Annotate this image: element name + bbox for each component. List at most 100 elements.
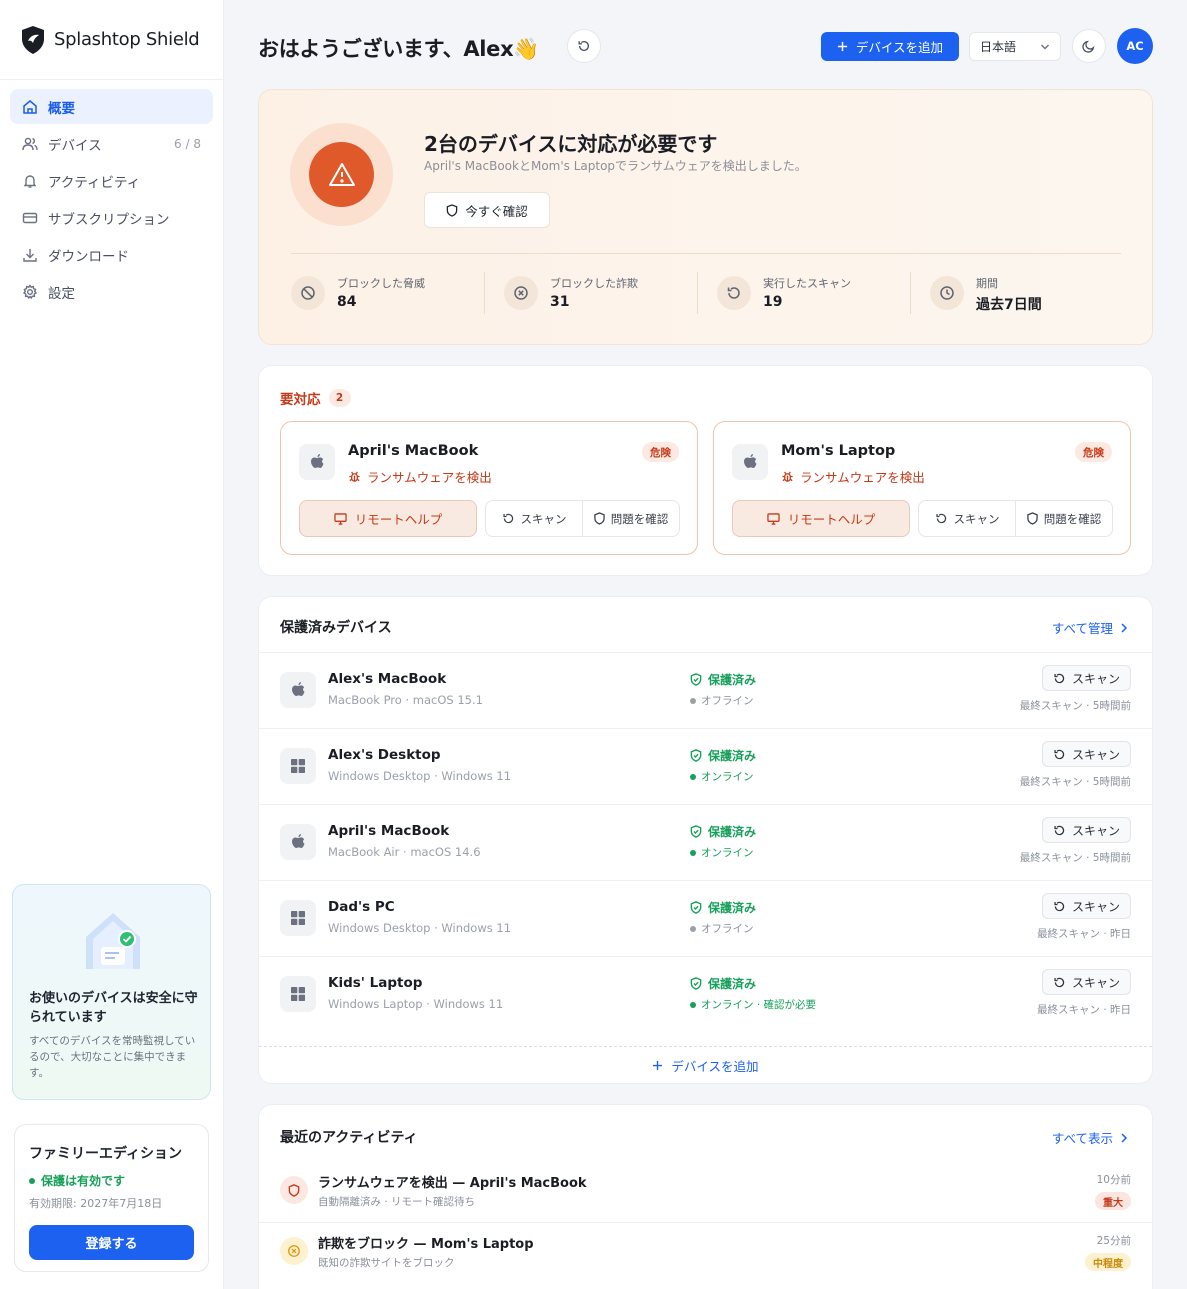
language-select[interactable]: 日本語 <box>969 32 1061 61</box>
status-dot <box>29 1177 35 1184</box>
scan-button[interactable]: スキャン <box>1042 969 1131 995</box>
scan-button[interactable]: スキャン <box>1042 893 1131 919</box>
attention-device-card[interactable]: Mom's Laptop ランサムウェアを検出 危険 リモートヘルプ スキャン … <box>713 421 1131 555</box>
status-dot <box>690 925 696 932</box>
connection-status: オンライン <box>690 769 754 784</box>
credit-card-icon <box>22 210 38 226</box>
protection-status: 保護済み <box>690 671 756 688</box>
warning-icon <box>309 142 374 207</box>
shield-icon <box>1027 512 1038 525</box>
device-row[interactable]: Dad's PC Windows Desktop · Windows 11 保護済み… <box>259 880 1152 956</box>
stat-period: 期間 過去7日間 <box>930 272 1130 314</box>
review-issue-button[interactable]: 問題を確認 <box>582 501 679 536</box>
apple-icon <box>732 444 768 480</box>
protected-devices-section: 保護済みデバイス すべて管理 Alex's MacBook MacBook Pro… <box>258 596 1153 1084</box>
scan-button[interactable]: スキャン <box>486 501 582 536</box>
register-button[interactable]: 登録する <box>29 1225 194 1260</box>
connection-text: オフライン <box>701 695 754 707</box>
scan-button[interactable]: スキャン <box>1042 817 1131 843</box>
sidebar-item-settings[interactable]: 設定 <box>10 274 213 309</box>
manage-all-link[interactable]: すべて管理 <box>1052 618 1128 637</box>
danger-badge: 危険 <box>1075 442 1112 462</box>
sidebar-item-label: サブスクリプション <box>48 211 170 228</box>
shield-check-icon <box>690 901 702 914</box>
safe-status-description: すべてのデバイスを常時監視しているので、大切なことに集中できます。 <box>29 1035 196 1079</box>
monitor-icon <box>334 512 347 525</box>
activity-item[interactable]: 詐欺をブロック — Mom's Laptop 既知の詐欺サイトをブロック 25分… <box>259 1222 1152 1282</box>
scan-label: スキャン <box>1071 671 1120 686</box>
safe-status-card: お使いのデバイスは安全に守られています すべてのデバイスを常時監視しているので、… <box>12 884 211 1100</box>
avatar[interactable]: AC <box>1117 28 1153 64</box>
plan-title: ファミリーエディション <box>29 1146 183 1162</box>
sidebar-item-devices[interactable]: デバイス 6 / 8 <box>10 126 213 161</box>
activity-item[interactable]: ランサムウェアを検出 — April's MacBook 自動隔離済み · リモ… <box>259 1162 1152 1222</box>
sidebar-item-overview[interactable]: 概要 <box>10 89 213 124</box>
device-name: April's MacBook <box>328 823 450 839</box>
protection-status-text: 保護済み <box>708 749 757 763</box>
device-row[interactable]: Alex's Desktop Windows Desktop · Windows … <box>259 728 1152 804</box>
refresh-icon <box>577 39 591 53</box>
rotate-icon <box>502 512 515 525</box>
device-row[interactable]: Kids' Laptop Windows Laptop · Windows 11 保… <box>259 956 1152 1032</box>
plan-status: 保護は有効です <box>29 1172 194 1189</box>
threat-text: ランサムウェアを検出 <box>367 470 492 485</box>
add-device-row-button[interactable]: デバイスを追加 <box>259 1046 1152 1084</box>
refresh-button[interactable] <box>567 29 601 63</box>
house-shield-illustration-icon <box>83 909 143 973</box>
device-row[interactable]: April's MacBook MacBook Air · macOS 14.6 保… <box>259 804 1152 880</box>
stat-label: ブロックした脅威 <box>337 277 425 290</box>
device-model: Windows Desktop · Windows 11 <box>328 769 512 783</box>
alert-divider <box>291 253 1121 254</box>
scan-button[interactable]: スキャン <box>919 501 1015 536</box>
add-device-button[interactable]: デバイスを追加 <box>821 32 959 61</box>
activity-time: 10分前 <box>1096 1174 1131 1186</box>
windows-icon <box>280 900 316 936</box>
bell-icon <box>22 173 38 189</box>
recent-activity-section: 最近のアクティビティ すべて表示 ランサムウェアを検出 — April's Ma… <box>258 1104 1153 1289</box>
stat-label: 実行したスキャン <box>763 277 851 290</box>
sidebar-item-download[interactable]: ダウンロード <box>10 237 213 272</box>
device-model: MacBook Pro · macOS 15.1 <box>328 693 483 707</box>
scan-button[interactable]: スキャン <box>1042 665 1131 691</box>
stat-value: 31 <box>550 294 570 310</box>
device-name: Alex's Desktop <box>328 747 441 763</box>
sidebar: Splashtop Shield 概要 デバイス 6 / 8 アクティビティ サ… <box>0 0 224 1289</box>
sidebar-item-label: 概要 <box>48 100 75 117</box>
page-title: おはようございます、Alex👋 <box>258 37 540 61</box>
alert-description: April's MacBookとMom's Laptopでランサムウェアを検出し… <box>424 159 807 173</box>
manage-all-label: すべて管理 <box>1051 621 1113 636</box>
connection-text: オンライン <box>701 847 754 859</box>
alert-banner: 2台のデバイスに対応が必要です April's MacBookとMom's La… <box>258 89 1153 345</box>
connection-status: オンライン <box>690 845 754 860</box>
sidebar-item-label: デバイス <box>48 137 102 154</box>
protection-status-text: 保護済み <box>708 977 757 991</box>
attention-device-card[interactable]: April's MacBook ランサムウェアを検出 危険 リモートヘルプ スキ… <box>280 421 698 555</box>
users-icon <box>22 136 38 152</box>
sidebar-item-label: 設定 <box>48 285 75 302</box>
theme-toggle-button[interactable] <box>1072 29 1106 63</box>
sidebar-item-subscription[interactable]: サブスクリプション <box>10 200 213 235</box>
x-circle-icon <box>280 1237 308 1265</box>
scan-button[interactable]: スキャン <box>1042 741 1131 767</box>
remote-help-label: リモートヘルプ <box>354 512 443 527</box>
brand[interactable]: Splashtop Shield <box>0 0 223 80</box>
shield-icon <box>594 512 605 525</box>
review-issue-button[interactable]: 問題を確認 <box>1015 501 1112 536</box>
remote-help-button[interactable]: リモートヘルプ <box>299 500 477 537</box>
status-dot <box>690 773 696 780</box>
block-icon <box>291 276 325 310</box>
view-all-link[interactable]: すべて表示 <box>1052 1128 1128 1147</box>
review-now-button[interactable]: 今すぐ確認 <box>424 192 550 228</box>
sidebar-item-activity[interactable]: アクティビティ <box>10 163 213 198</box>
device-row[interactable]: Alex's MacBook MacBook Pro · macOS 15.1 保護… <box>259 652 1152 728</box>
rotate-icon <box>1053 672 1066 685</box>
status-dot <box>690 697 696 704</box>
brand-name: Splashtop Shield <box>54 29 200 50</box>
threat-status: ランサムウェアを検出 <box>348 467 492 486</box>
last-scan: 最終スキャン · 5時間前 <box>1019 852 1131 864</box>
windows-icon <box>280 976 316 1012</box>
device-count: 6 / 8 <box>174 136 201 151</box>
remote-help-button[interactable]: リモートヘルプ <box>732 500 910 537</box>
scan-label: スキャン <box>953 511 1000 526</box>
connection-status: オフライン <box>690 921 754 936</box>
